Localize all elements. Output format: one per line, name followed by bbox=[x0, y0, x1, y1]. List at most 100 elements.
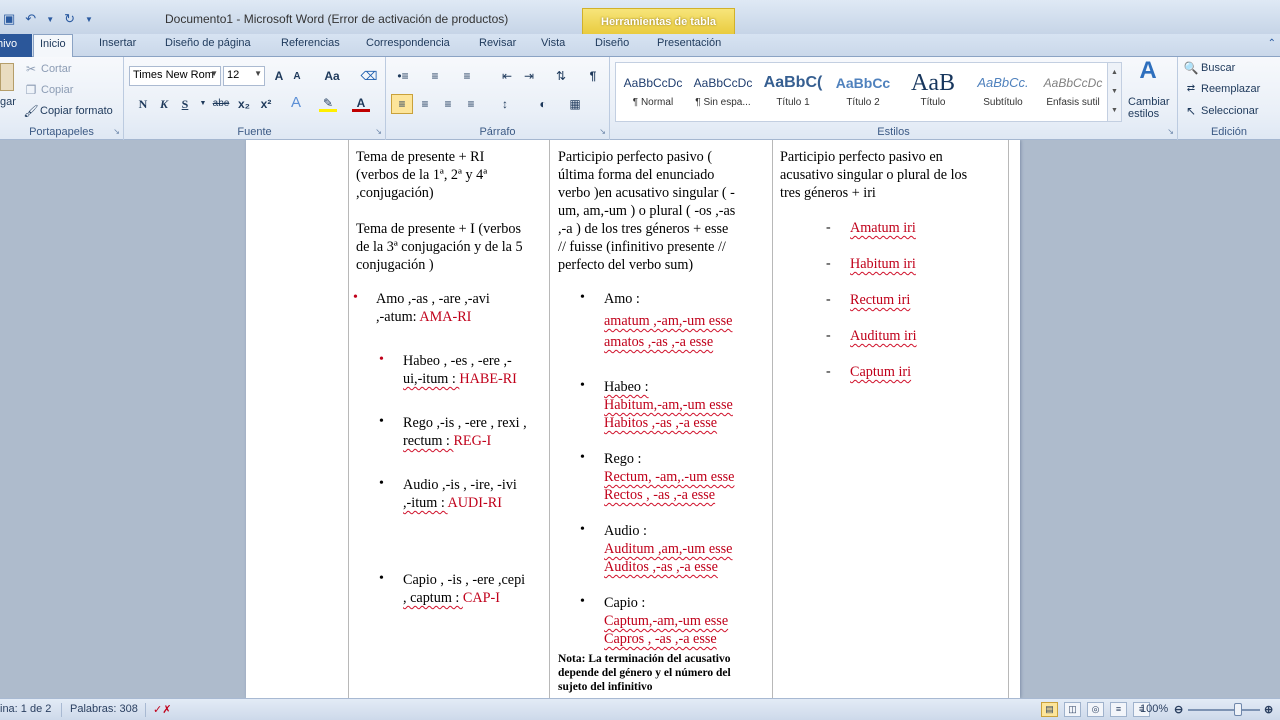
word-count[interactable]: Palabras: 308 bbox=[70, 703, 138, 715]
tab-diseno[interactable]: Diseño bbox=[595, 37, 629, 49]
change-styles-icon[interactable]: A bbox=[1135, 59, 1161, 88]
tab-inicio[interactable]: Inicio bbox=[33, 34, 73, 58]
paragraph-launcher-icon[interactable]: ↘ bbox=[599, 127, 606, 136]
table-cell-col1[interactable]: Tema de presente + RI (verbos de la 1ª, … bbox=[356, 148, 546, 274]
subscript-button[interactable]: x₂ bbox=[235, 95, 253, 113]
list-item[interactable]: • Rego ,-is , -ere , rexi , rectum : REG… bbox=[379, 414, 546, 450]
undo-icon[interactable]: ↶ bbox=[22, 11, 39, 27]
style-titulo-1[interactable]: AaBbC( Título 1 bbox=[758, 69, 828, 117]
list-item[interactable]: - Amatum iri bbox=[826, 219, 1000, 237]
zoom-level[interactable]: 100% bbox=[1140, 703, 1168, 715]
align-left-icon[interactable]: ≡ bbox=[391, 94, 413, 114]
tab-revisar[interactable]: Revisar bbox=[479, 37, 516, 49]
tab-referencias[interactable]: Referencias bbox=[281, 37, 340, 49]
cut-button[interactable]: Cortar bbox=[41, 63, 72, 75]
show-marks-icon[interactable]: ¶ bbox=[584, 67, 602, 85]
decrease-indent-icon[interactable]: ⇤ bbox=[498, 67, 516, 85]
outline-view-button[interactable]: ≡ bbox=[1110, 702, 1127, 717]
font-size-combo[interactable]: 12 ▼ bbox=[223, 66, 265, 86]
tab-presentacion[interactable]: Presentación bbox=[657, 37, 721, 49]
styles-scroll[interactable]: ▲ ▼ ▼ bbox=[1107, 63, 1121, 121]
tab-diseno-pagina[interactable]: Diseño de página bbox=[165, 37, 251, 49]
underline-button[interactable]: S bbox=[176, 95, 194, 113]
document-page[interactable]: Tema de presente + RI (verbos de la 1ª, … bbox=[246, 140, 1020, 698]
styles-launcher-icon[interactable]: ↘ bbox=[1167, 127, 1174, 136]
shading-icon[interactable]: ◐ bbox=[534, 95, 552, 113]
text-effects-icon[interactable]: A bbox=[287, 94, 305, 112]
style-titulo[interactable]: AaB Título bbox=[898, 69, 968, 117]
zoom-out-icon[interactable]: ⊖ bbox=[1174, 703, 1183, 716]
bullets-icon[interactable]: •≡ bbox=[394, 67, 412, 85]
replace-button[interactable]: Reemplazar bbox=[1201, 83, 1260, 95]
scroll-down-icon[interactable]: ▼ bbox=[1108, 82, 1121, 101]
tab-file[interactable]: hivo bbox=[0, 34, 32, 57]
tab-vista[interactable]: Vista bbox=[541, 37, 565, 49]
borders-icon[interactable]: ▦ bbox=[566, 95, 584, 113]
undo-dropdown-icon[interactable]: ▼ bbox=[43, 15, 57, 24]
font-launcher-icon[interactable]: ↘ bbox=[375, 127, 382, 136]
full-screen-view-button[interactable]: ◫ bbox=[1064, 702, 1081, 717]
align-center-icon[interactable]: ≡ bbox=[416, 95, 434, 113]
superscript-button[interactable]: x² bbox=[257, 95, 275, 113]
shrink-font-icon[interactable]: A bbox=[288, 68, 306, 86]
font-color-icon[interactable]: A bbox=[352, 94, 370, 112]
multilevel-list-icon[interactable]: ≡ bbox=[458, 67, 476, 85]
font-name-combo[interactable]: Times New Rom ▼ bbox=[129, 66, 221, 86]
zoom-slider-thumb[interactable] bbox=[1234, 703, 1242, 716]
change-case-icon[interactable]: Aa bbox=[320, 67, 344, 85]
list-item[interactable]: - Auditum iri bbox=[826, 327, 1000, 345]
note-text[interactable]: Nota: La terminación del acusativo depen… bbox=[558, 652, 768, 694]
strikethrough-button[interactable]: abe bbox=[210, 95, 232, 113]
style-normal[interactable]: AaBbCcDc ¶ Normal bbox=[618, 69, 688, 117]
list-item[interactable]: • Habeo : Habitum,-am,-um esse Habitos ,… bbox=[580, 378, 769, 432]
customize-qat-icon[interactable]: ▼ bbox=[82, 15, 96, 24]
list-item[interactable]: - Captum iri bbox=[826, 363, 1000, 381]
save-icon[interactable]: ▣ bbox=[0, 11, 18, 27]
list-item[interactable]: • Audio : Auditum ,am,-um esse Auditos ,… bbox=[580, 522, 769, 576]
list-item[interactable]: • Habeo , -es , -ere ,- ui,-itum : HABE-… bbox=[379, 352, 546, 388]
list-item[interactable]: • Capio , -is , -ere ,cepi , captum : CA… bbox=[379, 571, 546, 607]
line-spacing-icon[interactable]: ↕ bbox=[496, 95, 514, 113]
zoom-slider-track[interactable] bbox=[1188, 709, 1260, 711]
print-layout-view-button[interactable]: ▤ bbox=[1041, 702, 1058, 717]
find-button[interactable]: Buscar bbox=[1201, 62, 1235, 74]
list-item[interactable]: • Amo : amatum ,-am,-um esse amatos ,-as… bbox=[580, 290, 769, 351]
increase-indent-icon[interactable]: ⇥ bbox=[520, 67, 538, 85]
select-button[interactable]: Seleccionar bbox=[1201, 105, 1258, 117]
web-view-button[interactable]: ◎ bbox=[1087, 702, 1104, 717]
table-cell-col2[interactable]: Participio perfecto pasivo ( última form… bbox=[558, 148, 766, 274]
minimize-ribbon-icon[interactable]: ⌃ bbox=[1268, 38, 1276, 49]
change-styles-button[interactable]: Cambiar bbox=[1128, 96, 1170, 108]
list-item[interactable]: • Audio ,-is , -ire, -ivi ,-itum : AUDI-… bbox=[379, 476, 546, 512]
clipboard-launcher-icon[interactable]: ↘ bbox=[113, 127, 120, 136]
scroll-up-icon[interactable]: ▲ bbox=[1108, 63, 1121, 82]
tab-correspondencia[interactable]: Correspondencia bbox=[366, 37, 450, 49]
paste-icon[interactable] bbox=[0, 63, 14, 91]
style-titulo-2[interactable]: AaBbCc Título 2 bbox=[828, 69, 898, 117]
copy-button[interactable]: Copiar bbox=[41, 84, 73, 96]
italic-button[interactable]: K bbox=[155, 95, 173, 113]
highlight-icon[interactable]: ✎ bbox=[319, 94, 337, 112]
more-styles-icon[interactable]: ▼ bbox=[1108, 101, 1121, 120]
grow-font-icon[interactable]: A bbox=[270, 67, 288, 85]
align-right-icon[interactable]: ≡ bbox=[439, 95, 457, 113]
table-cell-col3[interactable]: Participio perfecto pasivo en acusativo … bbox=[780, 148, 1005, 202]
bold-button[interactable]: N bbox=[134, 95, 152, 113]
style-sin-espaciado[interactable]: AaBbCcDc ¶ Sin espa... bbox=[688, 69, 758, 117]
paste-button[interactable]: gar bbox=[0, 96, 16, 108]
list-item[interactable]: - Rectum iri bbox=[826, 291, 1000, 309]
list-item[interactable]: - Habitum iri bbox=[826, 255, 1000, 273]
redo-icon[interactable]: ↻ bbox=[61, 11, 78, 27]
justify-icon[interactable]: ≡ bbox=[462, 95, 480, 113]
list-item[interactable]: • Amo ,-as , -are ,-avi ,-atum: AMA-RI bbox=[353, 290, 546, 326]
clear-format-icon[interactable]: ⌫ bbox=[360, 67, 378, 85]
page-indicator[interactable]: ina: 1 de 2 bbox=[0, 703, 51, 715]
format-painter-button[interactable]: Copiar formato bbox=[40, 105, 113, 117]
style-enfasis-sutil[interactable]: AaBbCcDc Énfasis sutil bbox=[1038, 69, 1108, 117]
tab-insertar[interactable]: Insertar bbox=[99, 37, 136, 49]
style-subtitulo[interactable]: AaBbCc. Subtítulo bbox=[968, 69, 1038, 117]
zoom-in-icon[interactable]: ⊕ bbox=[1264, 703, 1273, 716]
list-item[interactable]: • Capio : Captum,-am,-um esse Capros , -… bbox=[580, 594, 769, 648]
numbering-icon[interactable]: ≡ bbox=[426, 67, 444, 85]
sort-icon[interactable]: ⇅ bbox=[552, 67, 570, 85]
